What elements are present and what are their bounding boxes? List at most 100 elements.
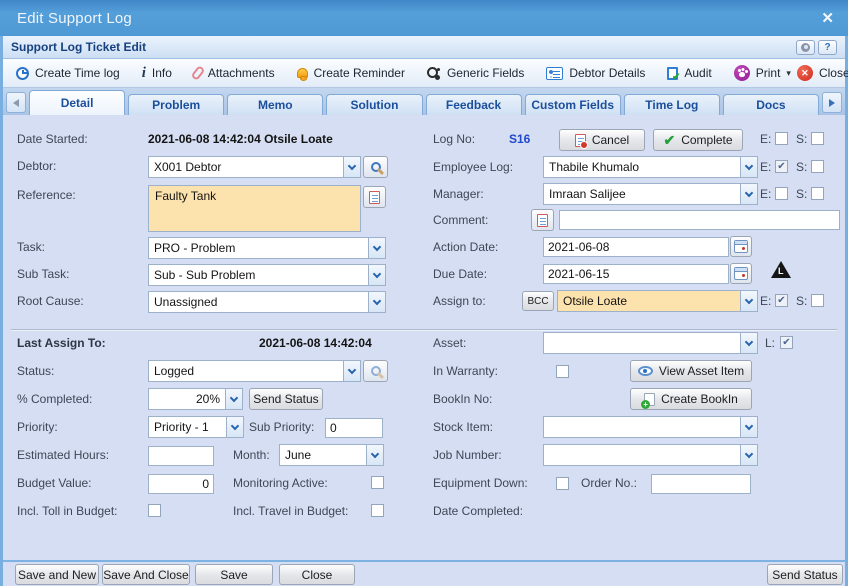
log-s-checkbox[interactable]: [811, 132, 824, 145]
chevron-down-icon[interactable]: [740, 157, 757, 177]
chevron-down-icon[interactable]: [226, 417, 243, 437]
employee-s-checkbox[interactable]: [811, 160, 824, 173]
tab-feedback[interactable]: Feedback: [426, 94, 522, 115]
tab-scroll-right-button[interactable]: [822, 92, 842, 113]
tab-memo[interactable]: Memo: [227, 94, 323, 115]
tab-scroll-left-button[interactable]: [6, 92, 26, 113]
print-button[interactable]: Print ▾: [731, 63, 794, 83]
e-label: E:: [760, 294, 771, 308]
stock-item-combobox[interactable]: [543, 416, 758, 438]
assign-e-checkbox[interactable]: [775, 294, 788, 307]
monitoring-active-checkbox[interactable]: [371, 476, 384, 489]
complete-log-button[interactable]: ✔ Complete: [653, 129, 743, 151]
create-bookin-button[interactable]: Create BookIn: [630, 388, 752, 410]
help-button[interactable]: ?: [818, 40, 837, 55]
log-no-value: S16: [509, 132, 530, 146]
chevron-down-icon[interactable]: [740, 445, 757, 465]
budget-value-input[interactable]: [148, 474, 214, 494]
assign-to-combobox[interactable]: Otsile Loate: [557, 290, 758, 312]
tab-problem[interactable]: Problem: [128, 94, 224, 115]
bcc-button[interactable]: BCC: [522, 291, 554, 311]
generic-fields-button[interactable]: Generic Fields: [424, 64, 527, 82]
employee-e-checkbox[interactable]: [775, 160, 788, 173]
chevron-down-icon[interactable]: [366, 445, 383, 465]
tab-docs[interactable]: Docs: [723, 94, 819, 115]
asset-combobox[interactable]: [543, 332, 758, 354]
action-date-input[interactable]: [543, 237, 729, 257]
calendar-icon: [734, 267, 748, 280]
incl-toll-checkbox[interactable]: [148, 504, 161, 517]
task-label: Task:: [17, 240, 45, 254]
s-label: S:: [796, 132, 807, 146]
s-label: S:: [796, 294, 807, 308]
estimated-hours-input[interactable]: [148, 446, 214, 466]
action-date-calendar-button[interactable]: [730, 236, 752, 257]
chevron-down-icon[interactable]: [343, 361, 360, 381]
equipment-down-checkbox[interactable]: [556, 477, 569, 490]
save-button[interactable]: Save: [195, 564, 273, 585]
create-reminder-button[interactable]: Create Reminder: [294, 64, 408, 82]
asset-l-checkbox[interactable]: [780, 336, 793, 349]
chevron-down-icon[interactable]: [368, 265, 385, 285]
job-number-combobox[interactable]: [543, 444, 758, 466]
due-date-input[interactable]: [543, 264, 729, 284]
comment-input[interactable]: [559, 210, 840, 230]
status-search-button[interactable]: [363, 360, 388, 382]
manager-e-checkbox[interactable]: [775, 187, 788, 200]
manager-combobox[interactable]: Imraan Salijee: [543, 183, 758, 205]
chevron-down-icon[interactable]: [740, 333, 757, 353]
pct-completed-combobox[interactable]: 20%: [148, 388, 243, 410]
save-and-new-button[interactable]: Save and New: [15, 564, 99, 585]
employee-log-combobox[interactable]: Thabile Khumalo: [543, 156, 758, 178]
log-e-checkbox[interactable]: [775, 132, 788, 145]
manager-s-checkbox[interactable]: [811, 187, 824, 200]
chevron-down-icon[interactable]: [343, 157, 360, 177]
audit-button[interactable]: Audit: [664, 64, 714, 82]
edit-support-log-window: Edit Support Log ✕ Support Log Ticket Ed…: [0, 0, 848, 586]
debtor-details-button[interactable]: Debtor Details: [543, 64, 648, 82]
sub-task-combobox[interactable]: Sub - Sub Problem: [148, 264, 386, 286]
chevron-down-icon[interactable]: [368, 292, 385, 312]
view-asset-item-button[interactable]: View Asset Item: [630, 360, 752, 382]
in-warranty-checkbox[interactable]: [556, 365, 569, 378]
create-time-log-button[interactable]: Create Time log: [13, 64, 123, 82]
cancel-log-button[interactable]: Cancel: [559, 129, 645, 151]
chevron-down-icon[interactable]: [740, 291, 757, 311]
reference-editor-button[interactable]: [363, 186, 386, 208]
send-status-footer-button[interactable]: Send Status: [767, 564, 843, 585]
settings-button[interactable]: [796, 40, 815, 55]
comment-editor-button[interactable]: [531, 209, 554, 231]
tab-custom-fields[interactable]: Custom Fields: [525, 94, 621, 115]
employee-log-label: Employee Log:: [433, 160, 513, 174]
chevron-down-icon[interactable]: [740, 184, 757, 204]
incl-travel-checkbox[interactable]: [371, 504, 384, 517]
attachments-button[interactable]: Attachments: [191, 64, 278, 82]
close-button[interactable]: Close: [279, 564, 355, 585]
chevron-down-icon[interactable]: [740, 417, 757, 437]
save-and-close-button[interactable]: Save And Close: [102, 564, 190, 585]
tab-detail[interactable]: Detail: [29, 90, 125, 115]
month-combobox[interactable]: June: [279, 444, 384, 466]
tab-strip: Detail Problem Memo Solution Feedback Cu…: [3, 88, 845, 115]
reference-field[interactable]: Faulty Tank: [148, 185, 361, 232]
debtor-search-button[interactable]: [363, 156, 388, 178]
chevron-down-icon[interactable]: [225, 389, 242, 409]
sub-priority-input[interactable]: [325, 418, 383, 438]
tab-time-log[interactable]: Time Log: [624, 94, 720, 115]
info-button[interactable]: i Info: [139, 64, 175, 82]
window-close-icon[interactable]: ✕: [821, 9, 834, 27]
chevron-down-icon[interactable]: [368, 238, 385, 258]
order-no-input[interactable]: [651, 474, 751, 494]
tab-solution[interactable]: Solution: [326, 94, 422, 115]
last-assign-to-label: Last Assign To:: [17, 336, 106, 350]
status-combobox[interactable]: Logged: [148, 360, 361, 382]
toolbar-close-button[interactable]: Close: [794, 63, 848, 83]
job-number-label: Job Number:: [433, 448, 502, 462]
debtor-combobox[interactable]: X001 Debtor: [148, 156, 361, 178]
root-cause-combobox[interactable]: Unassigned: [148, 291, 386, 313]
send-status-button[interactable]: Send Status: [249, 388, 323, 410]
assign-s-checkbox[interactable]: [811, 294, 824, 307]
due-date-calendar-button[interactable]: [730, 263, 752, 284]
task-combobox[interactable]: PRO - Problem: [148, 237, 386, 259]
priority-combobox[interactable]: Priority - 1: [148, 416, 244, 438]
